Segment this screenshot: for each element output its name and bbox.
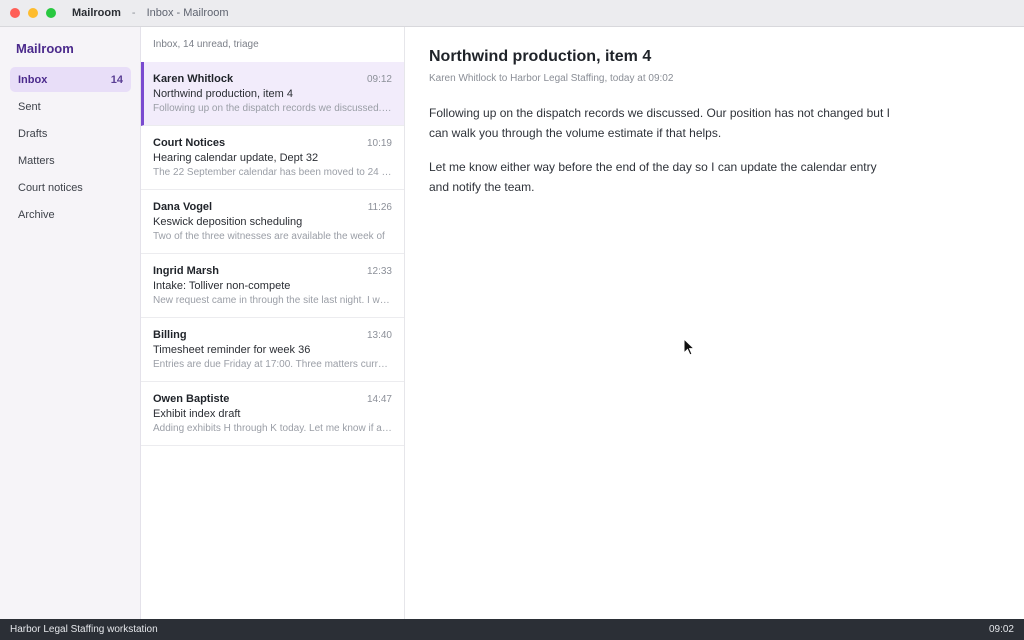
- message-preview: Adding exhibits H through K today. Let m…: [153, 423, 392, 434]
- window-title: Inbox - Mailroom: [146, 7, 229, 19]
- unread-count-badge: 14: [110, 73, 123, 86]
- message-item-selected[interactable]: Karen Whitlock 09:12 Northwind productio…: [141, 62, 404, 126]
- message-preview: Two of the three witnesses are available…: [153, 231, 385, 242]
- message-subject-heading: Northwind production, item 4: [429, 48, 652, 65]
- message-subject: Exhibit index draft: [153, 408, 241, 420]
- message-sender: Karen Whitlock: [153, 73, 234, 85]
- message-paragraph: Let me know either way before the end of…: [429, 160, 877, 194]
- message-sender: Billing: [153, 329, 187, 341]
- message-item[interactable]: Dana Vogel 11:26 Keswick deposition sche…: [141, 190, 404, 254]
- message-sender: Ingrid Marsh: [153, 265, 220, 277]
- sidebar-item-drafts[interactable]: Drafts: [10, 121, 131, 146]
- message-time: 12:33: [366, 265, 392, 277]
- message-time: 10:19: [366, 137, 392, 149]
- zoom-window-button[interactable]: [46, 8, 56, 18]
- sidebar-item-label: Archive: [18, 208, 55, 221]
- sidebar-item-matters[interactable]: Matters: [10, 148, 131, 173]
- title-separator: -: [131, 7, 136, 19]
- message-item[interactable]: Court Notices 10:19 Hearing calendar upd…: [141, 126, 404, 190]
- message-subject: Timesheet reminder for week 36: [153, 344, 311, 356]
- message-preview: Entries are due Friday at 17:00. Three m…: [153, 359, 392, 370]
- message-list: Inbox, 14 unread, triage Karen Whitlock …: [141, 27, 405, 619]
- message-time: 13:40: [366, 329, 392, 341]
- sidebar-item-sent[interactable]: Sent: [10, 94, 131, 119]
- message-time: 09:12: [366, 73, 392, 85]
- status-bar: Harbor Legal Staffing workstation 09:02: [0, 619, 1024, 640]
- close-window-button[interactable]: [10, 8, 20, 18]
- message-time: 14:47: [366, 393, 392, 405]
- message-meta: Karen Whitlock to Harbor Legal Staffing,…: [429, 73, 674, 84]
- sidebar-item-court-notices[interactable]: Court notices: [10, 175, 131, 200]
- message-subject: Hearing calendar update, Dept 32: [153, 152, 319, 164]
- message-body: Following up on the dispatch records we …: [429, 103, 899, 211]
- app-name: Mailroom: [72, 7, 121, 19]
- message-sender: Dana Vogel: [153, 201, 213, 213]
- sidebar-item-label: Sent: [18, 100, 41, 113]
- minimize-window-button[interactable]: [28, 8, 38, 18]
- message-preview: New request came in through the site las…: [153, 295, 392, 306]
- sidebar-item-label: Drafts: [18, 127, 48, 140]
- message-paragraph: Following up on the dispatch records we …: [429, 106, 890, 140]
- sidebar-brand: Mailroom: [16, 41, 74, 56]
- sidebar-item-label: Court notices: [18, 181, 83, 194]
- sidebar-item-label: Inbox: [18, 73, 48, 86]
- clock: 09:02: [988, 624, 1014, 635]
- message-item[interactable]: Ingrid Marsh 12:33 Intake: Tolliver non-…: [141, 254, 404, 318]
- workstation-label: Harbor Legal Staffing workstation: [10, 624, 158, 635]
- message-item[interactable]: Billing 13:40 Timesheet reminder for wee…: [141, 318, 404, 382]
- sidebar-item-archive[interactable]: Archive: [10, 202, 131, 227]
- message-preview: The 22 September calendar has been moved…: [153, 167, 392, 178]
- sidebar-item-label: Matters: [18, 154, 55, 167]
- message-sender: Owen Baptiste: [153, 393, 230, 405]
- message-subject: Keswick deposition scheduling: [153, 216, 303, 228]
- message-sender: Court Notices: [153, 137, 226, 149]
- message-preview: Following up on the dispatch records we …: [153, 103, 392, 114]
- window-controls: [10, 8, 56, 18]
- message-time: 11:26: [367, 201, 392, 213]
- sidebar-item-inbox[interactable]: Inbox 14: [10, 67, 131, 92]
- title-bar: Mailroom - Inbox - Mailroom: [0, 0, 1024, 27]
- reading-pane: Northwind production, item 4 Karen Whitl…: [405, 27, 1024, 619]
- message-subject: Northwind production, item 4: [153, 88, 294, 100]
- mouse-pointer-icon: [683, 338, 695, 356]
- sidebar-nav: Inbox 14 Sent Drafts Matters Court notic…: [10, 67, 131, 229]
- sidebar: Mailroom Inbox 14 Sent Drafts Matters Co…: [0, 27, 141, 619]
- list-header: Inbox, 14 unread, triage: [153, 39, 259, 50]
- message-item[interactable]: Owen Baptiste 14:47 Exhibit index draft …: [141, 382, 404, 446]
- message-subject: Intake: Tolliver non-compete: [153, 280, 291, 292]
